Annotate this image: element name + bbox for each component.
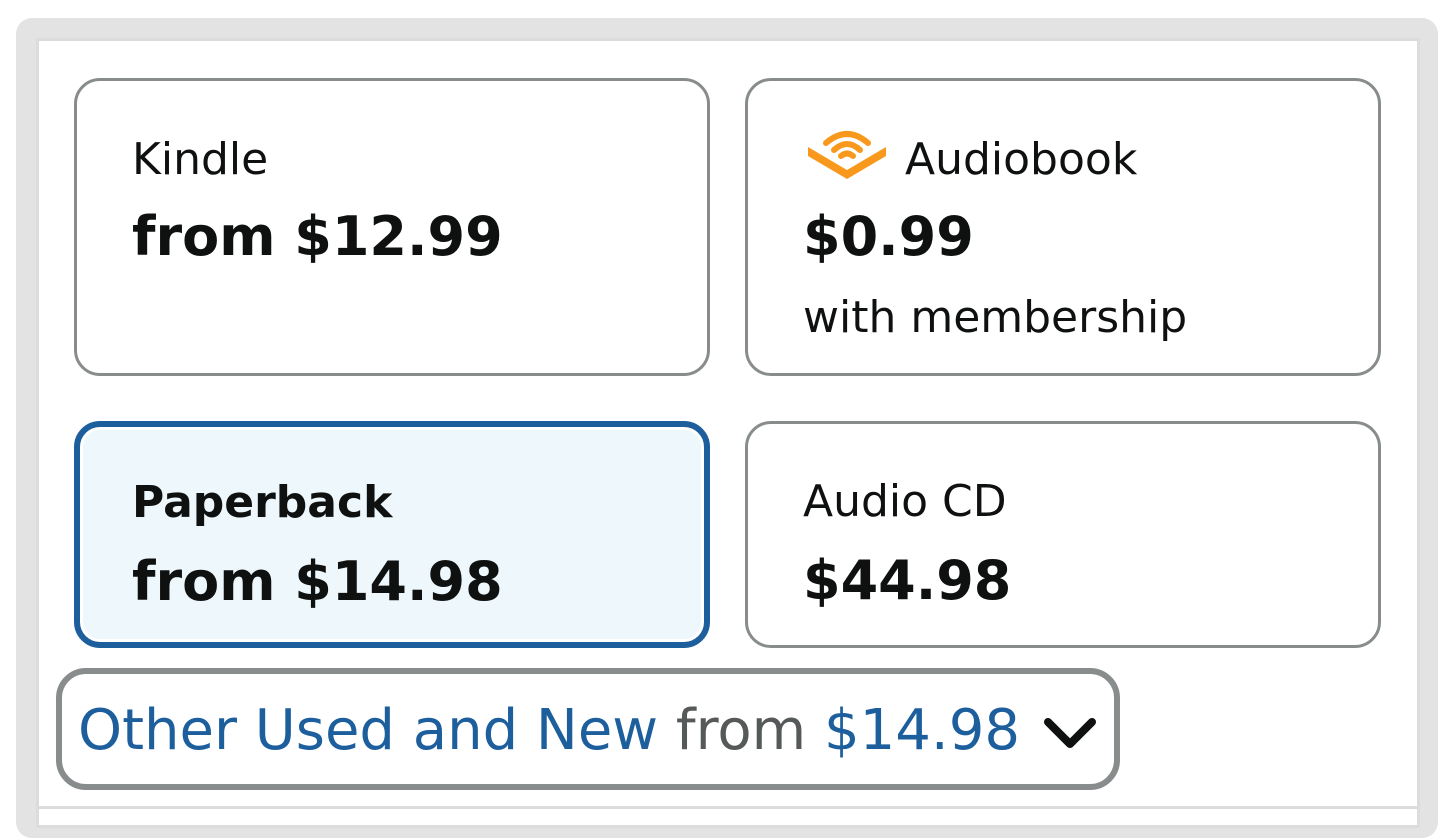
format-card-kindle[interactable]: Kindle from $12.99 (74, 78, 710, 376)
format-title: Audio CD (803, 476, 1007, 527)
format-card-paperback[interactable]: Paperback from $14.98 (74, 421, 710, 648)
format-title: Paperback (132, 477, 393, 528)
other-used-and-new-link[interactable]: Other Used and New (78, 698, 658, 763)
format-price: $44.98 (803, 549, 1012, 612)
format-price: $0.99 (803, 205, 974, 268)
panel-divider (36, 806, 1420, 809)
other-used-and-new-text: Other Used and New from $14.98 (78, 700, 1020, 762)
membership-note: with membership (803, 292, 1188, 343)
chevron-down-icon[interactable] (1042, 712, 1098, 752)
format-card-audio-cd[interactable]: Audio CD $44.98 (745, 421, 1381, 648)
format-price: from $14.98 (132, 550, 503, 613)
audible-icon (808, 131, 886, 179)
from-label: from (675, 698, 807, 763)
format-title: Audiobook (905, 134, 1138, 185)
other-used-and-new-button[interactable]: Other Used and New from $14.98 (56, 668, 1120, 790)
other-price: $14.98 (824, 698, 1020, 763)
format-card-audiobook[interactable]: Audiobook $0.99 with membership (745, 78, 1381, 376)
format-title: Kindle (132, 134, 269, 185)
format-price: from $12.99 (132, 205, 503, 268)
